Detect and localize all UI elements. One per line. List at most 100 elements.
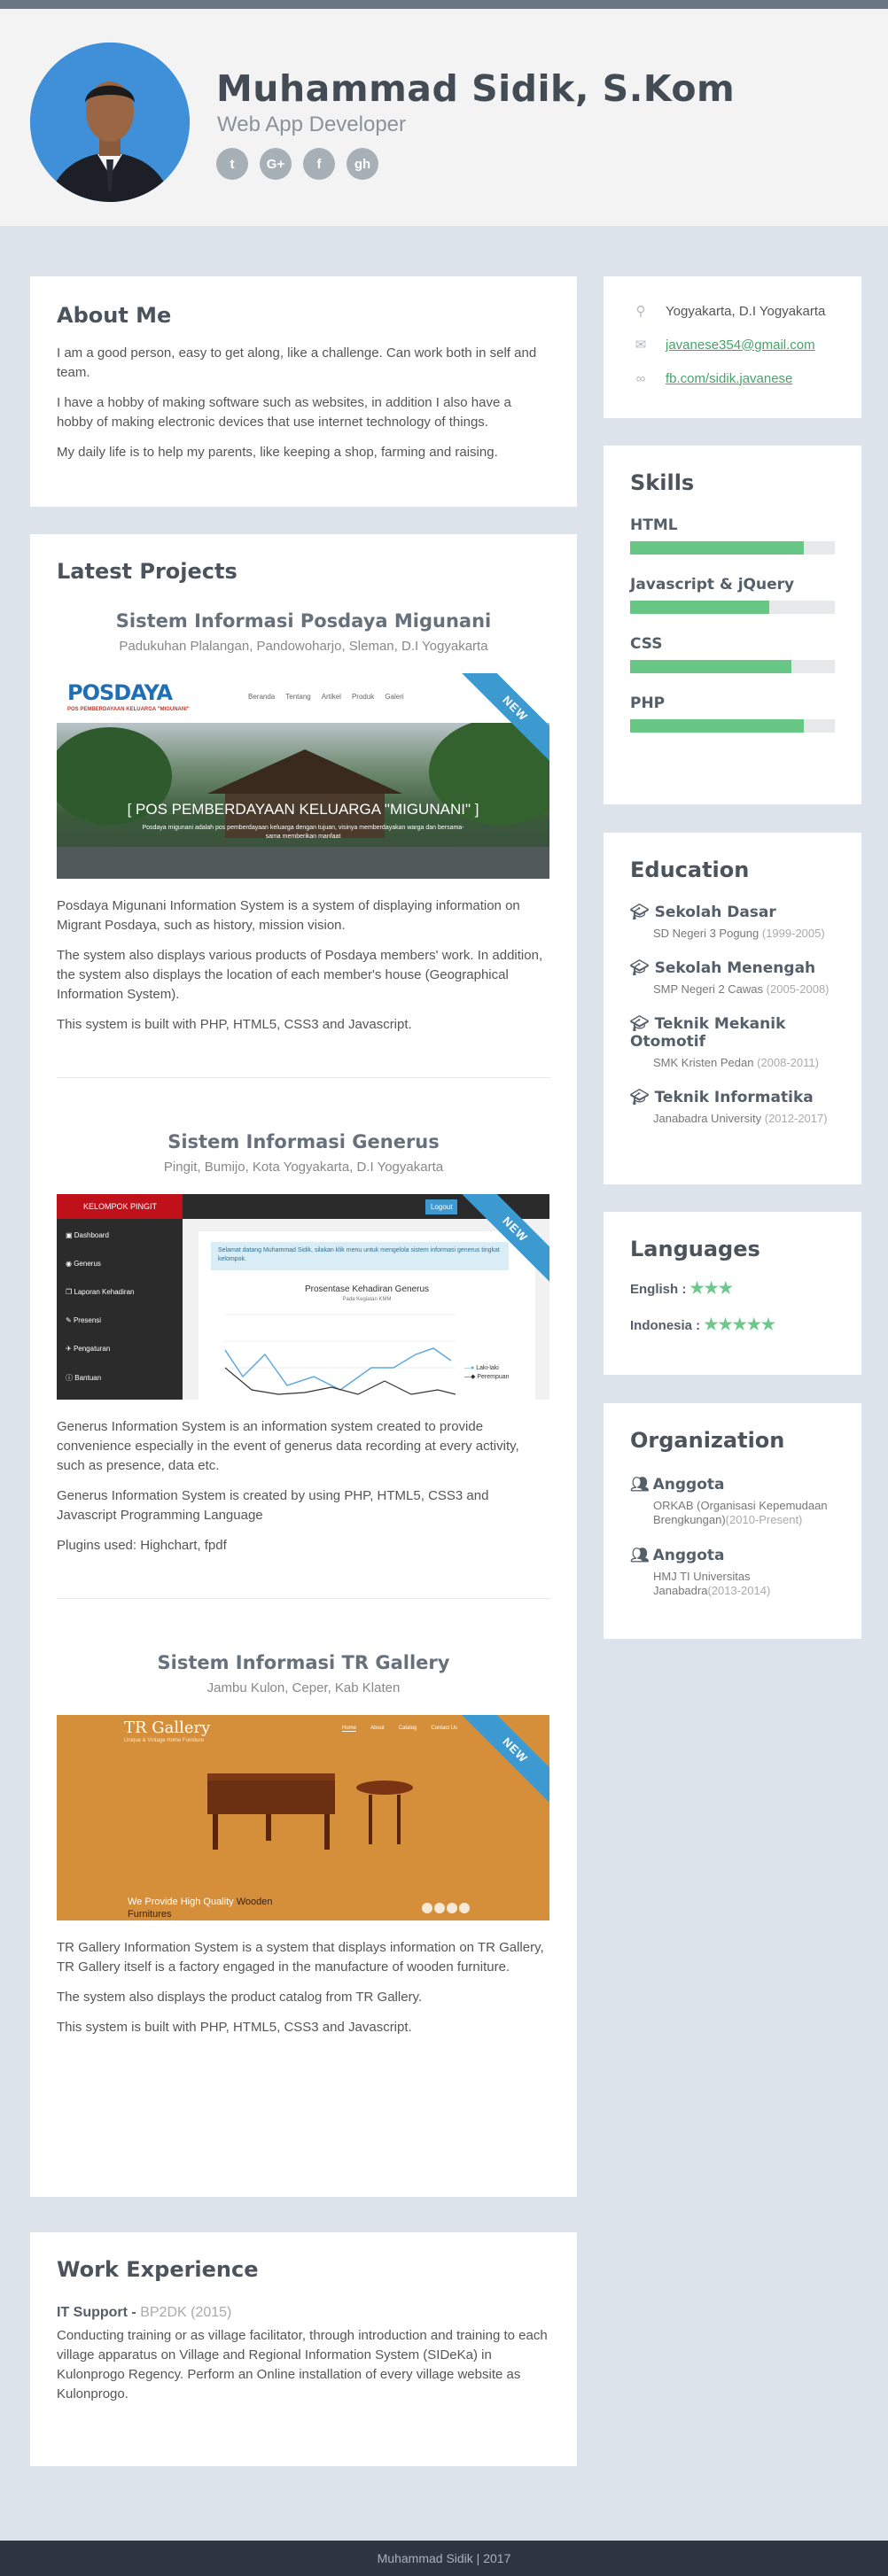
posdaya-banner-title: [ POS PEMBERDAYAAN KELUARGA "MIGUNANI" ] — [127, 801, 479, 818]
profile-photo — [30, 43, 190, 202]
education-school: SD Negeri 3 Pogung (1999-2005) — [653, 927, 825, 940]
posdaya-nav-item[interactable]: Artikel — [322, 693, 341, 701]
profile-role: Web App Developer — [217, 113, 407, 136]
language-item: English : ★★★ — [630, 1279, 733, 1297]
project-title: Sistem Informasi Posdaya Migunani — [115, 610, 492, 632]
project-paragraph: This system is built with PHP, HTML5, CS… — [57, 1017, 412, 1032]
projects-card: Latest Projects Sistem Informasi Posdaya… — [30, 534, 577, 2197]
star-icon: ★ — [704, 1279, 719, 1297]
project-location: Jambu Kulon, Ceper, Kab Klaten — [206, 1680, 401, 1695]
generus-legend-item: —● Laki-laki — [464, 1365, 499, 1371]
about-paragraph: I am a good person, easy to get along, l… — [57, 345, 537, 380]
twitter-icon[interactable]: t — [216, 148, 248, 180]
contact-facebook: ∞ fb.com/sidik.javanese — [630, 361, 835, 395]
languages-card: Languages English : ★★★ Indonesia : ★★★★★ — [604, 1212, 861, 1375]
github-icon[interactable]: gh — [347, 148, 378, 180]
generus-menu-item[interactable]: ◉ Generus — [66, 1260, 101, 1268]
page-footer: Muhammad Sidik | 2017 — [0, 2541, 888, 2576]
top-strip — [0, 0, 888, 9]
posdaya-nav-item[interactable]: Produk — [352, 693, 374, 701]
skill-progress-bar — [630, 541, 835, 555]
skill-item: CSS — [630, 635, 835, 673]
skill-progress-bar — [630, 660, 835, 673]
star-icon: ★ — [746, 1315, 761, 1333]
posdaya-nav-item[interactable]: Tentang — [285, 693, 310, 701]
generus-chart-subtitle: Pada Kegiatan KMM — [342, 1297, 392, 1302]
generus-menu-item[interactable]: ❐ Laporan Kehadiran — [66, 1288, 134, 1296]
project-item: Sistem Informasi TR Gallery Jambu Kulon,… — [57, 1652, 550, 2037]
posdaya-logo-sub: POS PEMBERDAYAAN KELUARGA "MIGUNANI" — [67, 707, 190, 712]
about-paragraph: My daily life is to help my parents, lik… — [57, 445, 498, 460]
project-paragraph: Generus Information System is created by… — [57, 1488, 489, 1523]
organization-name: HMJ TI Universitas Janabadra(2013-2014) — [653, 1570, 771, 1597]
about-card: About Me I am a good person, easy to get… — [30, 276, 577, 507]
project-paragraph: Generus Information System is an informa… — [57, 1419, 519, 1473]
project-title: Sistem Informasi Generus — [167, 1131, 440, 1152]
star-icon: ★ — [732, 1315, 747, 1333]
contact-email: ✉ javanese354@gmail.com — [630, 328, 835, 361]
project-paragraph: This system is built with PHP, HTML5, CS… — [57, 2020, 412, 2035]
generus-line-chart — [224, 1314, 456, 1395]
skills-card: Skills HTML Javascript & jQuery CSS PHP — [604, 446, 861, 804]
generus-menu-item[interactable]: ⓘ Bantuan — [66, 1373, 101, 1383]
project-divider — [57, 1598, 550, 1599]
generus-menu-item[interactable]: ✈ Pengaturan — [66, 1345, 110, 1353]
generus-logout-button[interactable]: Logout — [425, 1199, 458, 1214]
project-paragraph: The system also displays the product cat… — [57, 1990, 423, 2005]
organization-role: 👥︎ Anggota — [630, 1476, 725, 1494]
generus-legend-item: —◆ Perempuan — [464, 1374, 510, 1380]
trgallery-slogan: We Provide High Quality Wooden Furnitures — [128, 1897, 273, 1920]
education-school: SMP Negeri 2 Cawas (2005-2008) — [653, 982, 830, 996]
facebook-link[interactable]: fb.com/sidik.javanese — [666, 371, 792, 386]
contact-location: ⚲ Yogyakarta, D.I Yogyakarta — [630, 294, 835, 328]
project-divider — [57, 1077, 550, 1078]
organization-card: Organization 👥︎ Anggota ORKAB (Organisasi … — [604, 1403, 861, 1639]
furniture-image — [207, 1773, 470, 1913]
generus-menu-item[interactable]: ▣ Dashboard — [66, 1231, 109, 1239]
education-card: Education 🎓︎ Sekolah Dasar SD Negeri 3 Pog… — [604, 833, 861, 1184]
skill-name: Javascript & jQuery — [630, 576, 795, 594]
posdaya-banner-caption: Posdaya migunani adalah pos pemberdayaan… — [142, 825, 464, 840]
education-school: SMK Kristen Pedan (2008-2011) — [653, 1056, 819, 1069]
generus-brand: KELOMPOK PINGIT — [57, 1194, 183, 1219]
work-title: Work Experience — [57, 2257, 259, 2282]
generus-menu-item[interactable]: ✎ Presensi — [66, 1316, 101, 1324]
organization-role: 👥︎ Anggota — [630, 1547, 725, 1564]
project-item: Sistem Informasi Posdaya Migunani Paduku… — [57, 610, 550, 1035]
envelope-icon: ✉ — [635, 338, 647, 353]
education-school: Janabadra University (2012-2017) — [653, 1112, 828, 1125]
about-paragraph: I have a hobby of making software such a… — [57, 395, 511, 430]
work-card: Work Experience IT Support - BP2DK (2015… — [30, 2232, 577, 2466]
users-icon: 👥︎ — [630, 1476, 650, 1494]
posdaya-nav-item[interactable]: Galeri — [385, 693, 403, 701]
link-icon: ∞ — [635, 370, 646, 386]
organization-item: 👥︎ Anggota HMJ TI Universitas Janabadra(20… — [630, 1547, 835, 1598]
education-title: Education — [630, 857, 750, 882]
skill-progress-fill — [630, 660, 792, 673]
skill-name: PHP — [630, 694, 666, 712]
graduation-cap-icon: 🎓︎ — [630, 1015, 650, 1033]
project-location: Padukuhan Plalangan, Pandowoharjo, Slema… — [119, 639, 488, 654]
contact-card: ⚲ Yogyakarta, D.I Yogyakarta ✉ javanese354… — [604, 276, 861, 418]
project-item: Sistem Informasi Generus Pingit, Bumijo,… — [57, 1131, 550, 1556]
skill-progress-fill — [630, 719, 805, 733]
generus-alert: Selamat datang Muhammad Sidik, silakan k… — [211, 1242, 509, 1270]
skill-name: HTML — [630, 516, 678, 534]
work-role: IT Support - BP2DK (2015) — [57, 2305, 232, 2320]
project-location: Pingit, Bumijo, Kota Yogyakarta, D.I Yog… — [163, 1160, 444, 1175]
facebook-icon[interactable]: f — [303, 148, 335, 180]
education-level: 🎓︎ Teknik Mekanik Otomotif — [630, 1015, 786, 1051]
map-marker-icon: ⚲ — [635, 304, 646, 319]
star-icon: ★ — [718, 1315, 733, 1333]
project-paragraph: The system also displays various product… — [57, 948, 543, 1002]
posdaya-nav-item[interactable]: Beranda — [248, 693, 275, 701]
posdaya-logo: POSDAYA — [67, 680, 173, 705]
email-link[interactable]: javanese354@gmail.com — [666, 338, 815, 353]
projects-title: Latest Projects — [57, 559, 238, 584]
generus-sidebar: ▣ Dashboard ◉ Generus ❐ Laporan Kehadira… — [57, 1219, 183, 1400]
project-paragraph: Posdaya Migunani Information System is a… — [57, 898, 520, 933]
graduation-cap-icon: 🎓︎ — [630, 904, 650, 921]
google-plus-icon[interactable]: G+ — [260, 148, 292, 180]
education-level: 🎓︎ Sekolah Dasar — [630, 904, 776, 921]
users-icon: 👥︎ — [630, 1547, 650, 1564]
